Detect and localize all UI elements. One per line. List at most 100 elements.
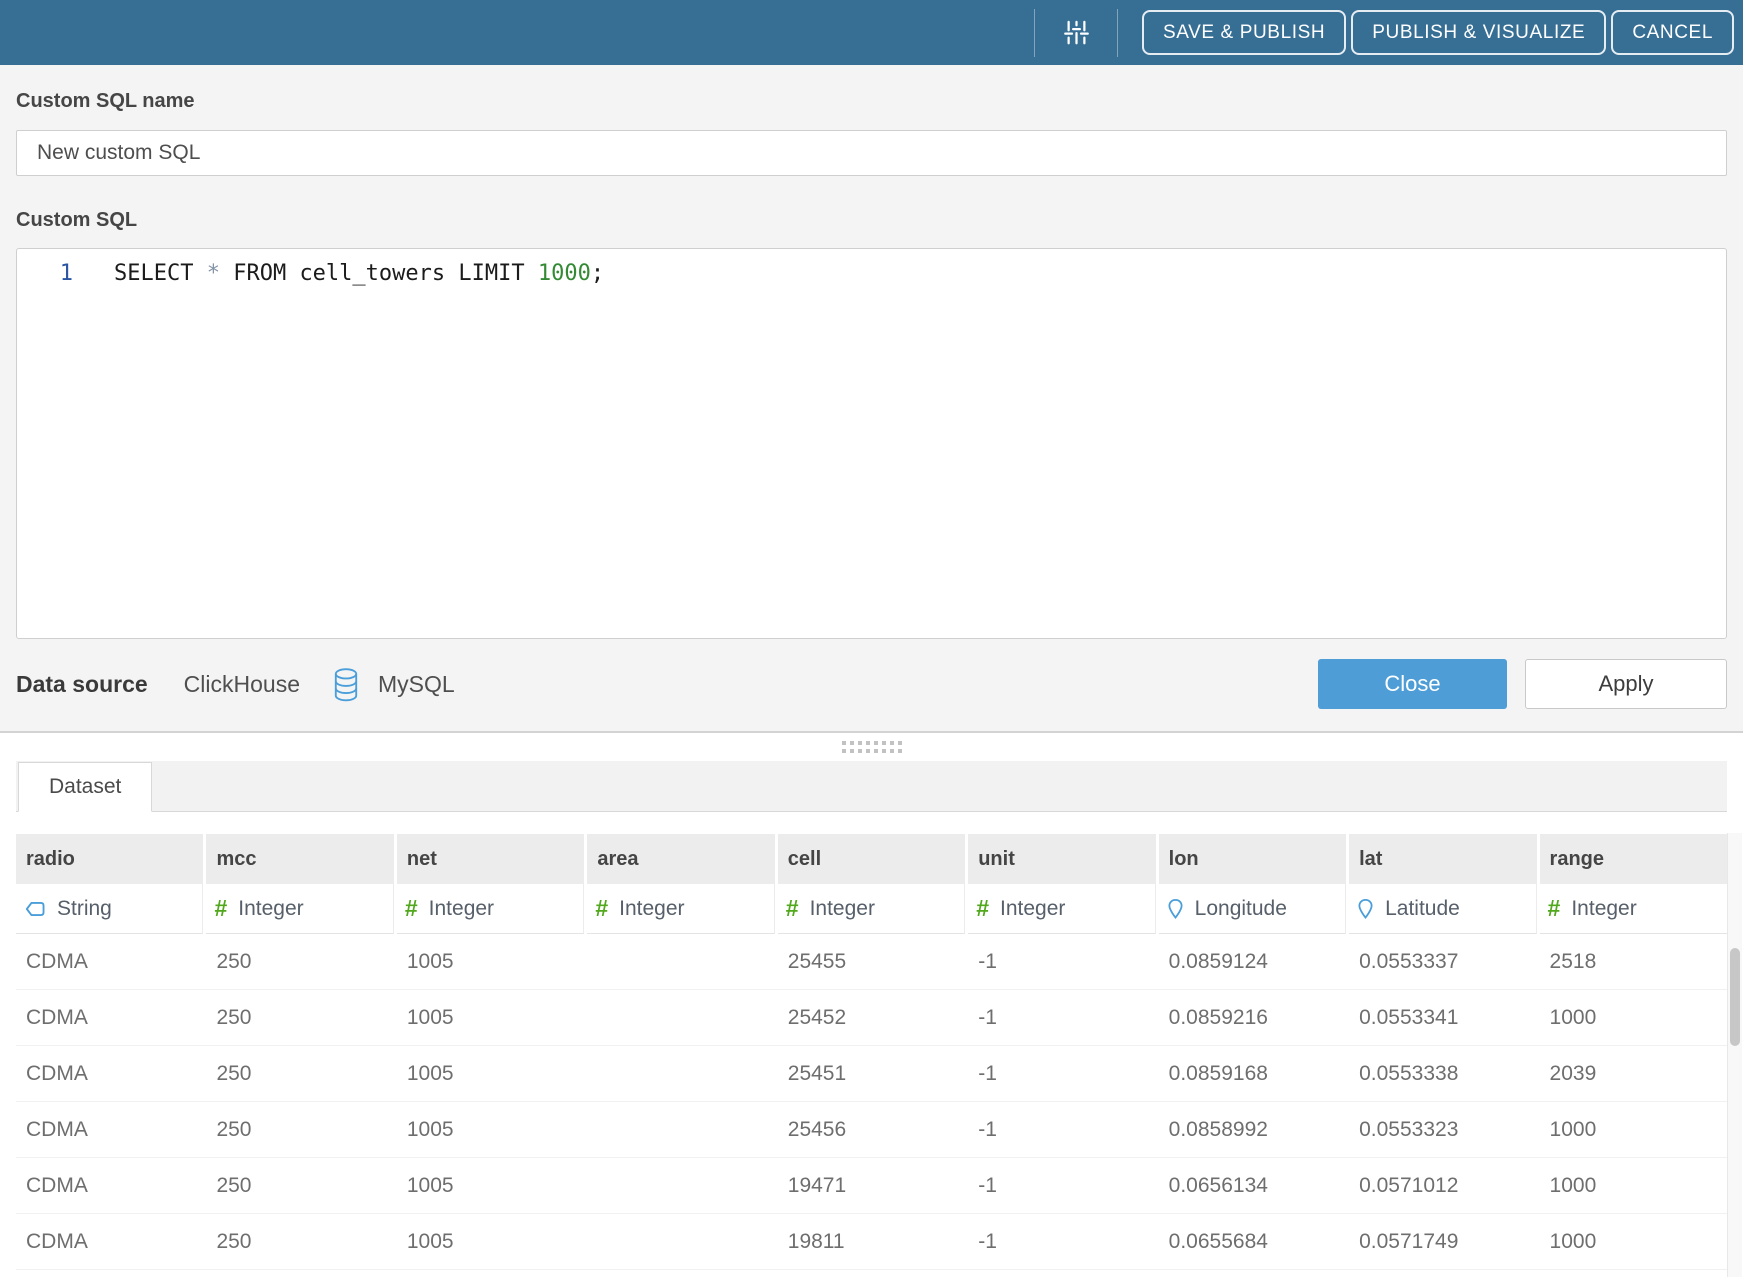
column-type-label: Longitude [1195,897,1287,921]
table-cell [587,1102,774,1157]
table-cell: 2518 [1540,934,1727,989]
table-cell: 0.0859168 [1159,1046,1346,1101]
table-cell [587,990,774,1045]
column-header-mcc[interactable]: mcc [206,834,393,884]
custom-sql-name-label: Custom SQL name [16,65,1727,114]
column-header-lat[interactable]: lat [1349,834,1536,884]
column-type-label: Integer [810,897,875,921]
column-header-net[interactable]: net [397,834,584,884]
integer-icon: # [405,897,418,920]
cancel-button[interactable]: CANCEL [1611,10,1734,55]
table-cell: CDMA [16,990,203,1045]
column-type-area[interactable]: #Integer [587,884,774,934]
table-cell: 250 [206,934,393,989]
column-type-mcc[interactable]: #Integer [206,884,393,934]
table-cell: 1000 [1540,1214,1727,1269]
column-header-lon[interactable]: lon [1159,834,1346,884]
latitude-pin-icon [1357,898,1374,920]
integer-icon: # [595,897,608,920]
string-icon [24,901,46,917]
integer-icon: # [976,897,989,920]
table-cell: -1 [968,1214,1155,1269]
column-header-cell[interactable]: cell [778,834,965,884]
table-cell: 0.0656134 [1159,1158,1346,1213]
datasource-engine: MySQL [378,671,455,698]
datasource-label: Data source [16,671,148,698]
custom-sql-dialog: SAVE & PUBLISH PUBLISH & VISUALIZE CANCE… [0,0,1743,1277]
table-cell: 1005 [397,1102,584,1157]
column-type-lon[interactable]: Longitude [1159,884,1346,934]
table-cell: 0.0553337 [1349,934,1536,989]
panel-tabbar: Dataset [16,761,1727,812]
line-number: 1 [17,259,73,289]
column-type-unit[interactable]: #Integer [968,884,1155,934]
table-cell: 25456 [778,1102,965,1157]
table-cell: CDMA [16,1102,203,1157]
sql-code: SELECT * FROM cell_towers LIMIT 1000; [114,259,604,289]
column-type-label: Integer [238,897,303,921]
table-cell: -1 [968,990,1155,1045]
table-cell: CDMA [16,1046,203,1101]
table-row: CDMA250100525455-10.08591240.05533372518 [16,934,1727,990]
column-header-radio[interactable]: radio [16,834,203,884]
table-cell: 0.0571012 [1349,1158,1536,1213]
table-cell: 0.0859216 [1159,990,1346,1045]
column-header-area[interactable]: area [587,834,774,884]
column-type-cell[interactable]: # Integer [778,884,965,934]
table-header-row: radiomccnetareacellunitlonlatrange [16,834,1727,884]
table-row: CDMA250100519471-10.06561340.05710121000 [16,1158,1727,1214]
table-cell: 0.0655684 [1159,1214,1346,1269]
panel-resize-strip [0,733,1743,761]
column-type-label: Integer [1571,897,1636,921]
dataset-panel: Dataset radiomccnetareacellunitlonlatran… [0,731,1743,1277]
close-button[interactable]: Close [1318,659,1507,709]
column-type-radio[interactable]: String [16,884,203,934]
query-settings-button[interactable] [1059,10,1093,55]
topbar-divider [1117,9,1118,57]
database-icon [333,667,359,702]
table-cell: 250 [206,990,393,1045]
column-type-net[interactable]: # Integer [397,884,584,934]
integer-icon: # [1548,897,1561,920]
table-scrollbar-thumb[interactable] [1730,948,1740,1046]
column-type-lat[interactable]: Latitude [1349,884,1536,934]
column-header-unit[interactable]: unit [968,834,1155,884]
integer-icon: # [786,897,799,920]
table-cell: -1 [968,1102,1155,1157]
table-cell: 2039 [1540,1046,1727,1101]
datasource-row: Data source ClickHouse MySQL Close Apply [16,659,1727,709]
column-header-range[interactable]: range [1540,834,1727,884]
table-cell: 1005 [397,1214,584,1269]
column-type-label: Integer [429,897,494,921]
table-cell: CDMA [16,934,203,989]
table-cell: 1000 [1540,1158,1727,1213]
sql-editor[interactable]: 1 SELECT * FROM cell_towers LIMIT 1000; [16,248,1727,639]
table-row: CDMA250100519811-10.06556840.05717491000 [16,1214,1727,1270]
tab-dataset[interactable]: Dataset [18,762,152,812]
table-cell: -1 [968,1158,1155,1213]
table-cell [587,1158,774,1213]
table-cell [587,1214,774,1269]
drag-handle-icon[interactable] [842,741,902,753]
save-publish-button[interactable]: SAVE & PUBLISH [1142,10,1346,55]
table-cell: 25452 [778,990,965,1045]
table-cell: 1000 [1540,1102,1727,1157]
table-cell: CDMA [16,1214,203,1269]
table-cell: 25451 [778,1046,965,1101]
table-cell: 25455 [778,934,965,989]
apply-button[interactable]: Apply [1525,659,1727,709]
column-type-range[interactable]: # Integer [1540,884,1727,934]
custom-sql-form: Custom SQL name Custom SQL 1 SELECT * FR… [0,65,1743,731]
table-cell: 1005 [397,1046,584,1101]
sql-editor-line: 1 SELECT * FROM cell_towers LIMIT 1000; [17,259,1726,289]
table-row: CDMA250100525451-10.08591680.05533382039 [16,1046,1727,1102]
table-cell: 19471 [778,1158,965,1213]
table-cell: 0.0553338 [1349,1046,1536,1101]
preview-table: radiomccnetareacellunitlonlatrange Strin… [16,834,1727,1270]
table-cell: CDMA [16,1158,203,1213]
table-cell: -1 [968,934,1155,989]
table-cell: 250 [206,1046,393,1101]
custom-sql-name-input[interactable] [16,130,1727,176]
table-cell: 0.0858992 [1159,1102,1346,1157]
publish-visualize-button[interactable]: PUBLISH & VISUALIZE [1351,10,1606,55]
